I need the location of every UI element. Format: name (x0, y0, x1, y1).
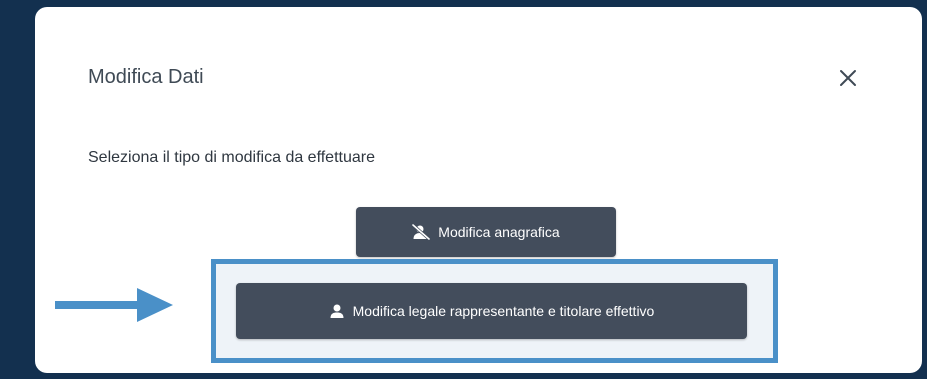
dialog-subtitle: Seleziona il tipo di modifica da effettu… (88, 149, 375, 166)
modifica-anagrafica-label: Modifica anagrafica (438, 224, 560, 240)
arrow-right-icon (55, 288, 173, 322)
dialog-title: Modifica Dati (88, 66, 204, 88)
modifica-legale-label: Modifica legale rappresentante e titolar… (352, 303, 655, 319)
user-icon (330, 304, 344, 318)
modifica-anagrafica-button[interactable]: Modifica anagrafica (356, 207, 616, 257)
close-button[interactable] (833, 63, 863, 93)
modifica-legale-button[interactable]: Modifica legale rappresentante e titolar… (236, 283, 747, 339)
user-slash-icon (412, 224, 431, 240)
close-icon (840, 70, 856, 86)
